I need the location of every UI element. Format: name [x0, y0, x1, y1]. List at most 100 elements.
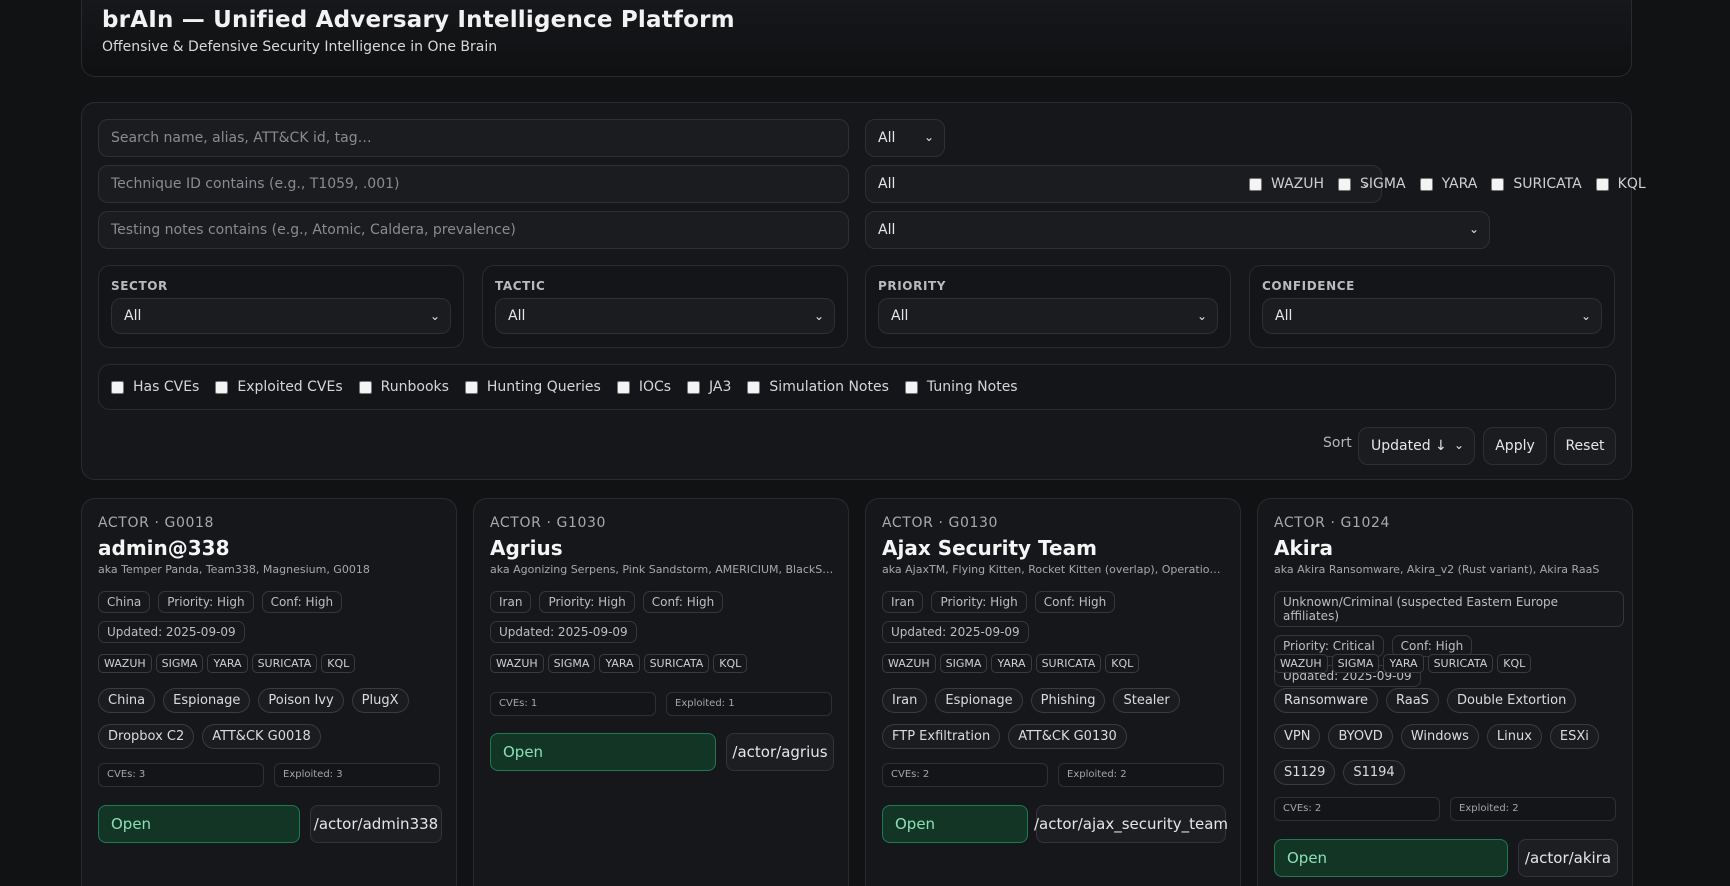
rule-tags: WAZUH SIGMA YARA SURICATA KQL [1274, 654, 1532, 673]
rule-tag-kql: KQL [713, 654, 748, 673]
flag-runbooks[interactable]: Runbooks [358, 379, 449, 395]
tag[interactable]: S1129 [1274, 760, 1336, 785]
tag[interactable]: China [98, 688, 156, 713]
checkbox-kql[interactable]: KQL [1595, 176, 1646, 192]
checkbox-sigma[interactable]: SIGMA [1338, 176, 1406, 192]
reset-button[interactable]: Reset [1554, 427, 1616, 465]
checkbox-box[interactable] [111, 380, 124, 394]
actor-name[interactable]: Agrius [490, 536, 563, 560]
tag[interactable]: Espionage [163, 688, 251, 713]
technique-input[interactable] [98, 165, 849, 203]
checkbox-box[interactable] [747, 380, 761, 394]
actor-name[interactable]: admin@338 [98, 536, 230, 560]
testing-notes-input[interactable] [98, 211, 849, 249]
priority-select[interactable]: All ⌄ [878, 298, 1218, 334]
tag[interactable]: ATT&CK G0018 [202, 724, 321, 749]
technique-select-value: All [878, 176, 896, 192]
apply-button[interactable]: Apply [1483, 427, 1547, 465]
checkbox-yara[interactable]: YARA [1419, 176, 1477, 192]
rule-tag-suricata: SURICATA [1035, 654, 1102, 673]
tag[interactable]: Double Extortion [1446, 688, 1577, 713]
checkbox-box[interactable] [687, 380, 701, 394]
tag[interactable]: RaaS [1386, 688, 1439, 713]
flag-tuning-notes[interactable]: Tuning Notes [904, 379, 1018, 395]
actor-aliases: aka Agonizing Serpens, Pink Sandstorm, A… [490, 563, 834, 576]
open-button[interactable]: Open [98, 805, 300, 843]
tag[interactable]: PlugX [351, 688, 409, 713]
updated-badge: Updated: 2025-09-09 [98, 621, 245, 643]
checkbox-wazuh[interactable]: WAZUH [1249, 176, 1324, 192]
sector-select[interactable]: All ⌄ [111, 298, 451, 334]
priority-badge: Priority: High [931, 591, 1027, 613]
actor-path-link[interactable]: /actor/agrius [726, 733, 834, 771]
flag-label: Tuning Notes [926, 379, 1018, 395]
flag-has-cves[interactable]: Has CVEs [111, 379, 199, 395]
rule-tag-wazuh: WAZUH [1274, 654, 1328, 673]
flag-filters: Has CVEs Exploited CVEs Runbooks Hunting… [98, 364, 1616, 410]
checkbox-box[interactable] [904, 380, 918, 394]
tactic-select[interactable]: All ⌄ [495, 298, 835, 334]
actor-path-link[interactable]: /actor/ajax_security_team [1034, 805, 1228, 843]
tag[interactable]: Espionage [935, 688, 1023, 713]
actor-name[interactable]: Akira [1274, 536, 1333, 560]
actor-id: ACTOR · G1024 [1274, 515, 1391, 531]
checkbox-box[interactable] [215, 380, 229, 394]
rule-tags: WAZUH SIGMA YARA SURICATA KQL [882, 654, 1140, 673]
rule-tag-suricata: SURICATA [643, 654, 710, 673]
actor-card-agrius: ACTOR · G1030 Agrius aka Agonizing Serpe… [473, 498, 849, 886]
app-header: brAIn — Unified Adversary Intelligence P… [81, 0, 1632, 77]
tactic-filter: TACTIC All ⌄ [482, 265, 848, 348]
open-button[interactable]: Open [490, 733, 716, 771]
tag[interactable]: Windows [1400, 724, 1479, 749]
flag-label: Runbooks [380, 379, 449, 395]
tag[interactable]: Linux [1486, 724, 1542, 749]
chevron-down-icon: ⌄ [1196, 309, 1207, 323]
chevron-down-icon: ⌄ [813, 309, 824, 323]
flag-exploited-cves[interactable]: Exploited CVEs [215, 379, 343, 395]
checkbox-box[interactable] [358, 380, 372, 394]
checkbox-box[interactable] [464, 380, 478, 394]
exploited-count: Exploited: 3 [274, 763, 440, 787]
tag[interactable]: FTP Exfiltration [882, 724, 1001, 749]
actor-name[interactable]: Ajax Security Team [882, 536, 1097, 560]
country-badge: China [98, 591, 151, 613]
actor-path-link[interactable]: /actor/akira [1518, 839, 1618, 877]
tag[interactable]: Iran [882, 688, 928, 713]
tag[interactable]: Phishing [1030, 688, 1106, 713]
checkbox-suricata[interactable]: SURICATA [1491, 176, 1582, 192]
tag[interactable]: Stealer [1113, 688, 1180, 713]
tag[interactable]: BYOVD [1328, 724, 1393, 749]
sector-label: SECTOR [111, 279, 168, 293]
rule-tag-yara: YARA [991, 654, 1032, 673]
tag[interactable]: Poison Ivy [258, 688, 344, 713]
tag[interactable]: Dropbox C2 [98, 724, 195, 749]
open-button[interactable]: Open [1274, 839, 1508, 877]
flag-ja3[interactable]: JA3 [687, 379, 731, 395]
checkbox-label: KQL [1617, 176, 1646, 192]
checkbox-box[interactable] [1491, 177, 1505, 191]
search-input[interactable] [98, 119, 849, 157]
checkbox-label: SURICATA [1513, 176, 1582, 192]
flag-hunting-queries[interactable]: Hunting Queries [464, 379, 601, 395]
rule-tag-kql: KQL [321, 654, 356, 673]
checkbox-box[interactable] [1338, 177, 1352, 191]
type-select[interactable]: All ⌄ [865, 119, 945, 157]
checkbox-box[interactable] [1595, 177, 1609, 191]
open-button[interactable]: Open [882, 805, 1028, 843]
checkbox-box[interactable] [1249, 177, 1262, 191]
tag[interactable]: ESXi [1549, 724, 1599, 749]
tag[interactable]: Ransomware [1274, 688, 1378, 713]
actor-path-link[interactable]: /actor/admin338 [310, 805, 442, 843]
tag[interactable]: S1194 [1343, 760, 1405, 785]
testing-select[interactable]: All ⌄ [865, 211, 1490, 249]
flag-simulation-notes[interactable]: Simulation Notes [747, 379, 889, 395]
flag-iocs[interactable]: IOCs [616, 379, 671, 395]
tag[interactable]: VPN [1274, 724, 1321, 749]
checkbox-box[interactable] [1419, 177, 1433, 191]
country-badge: Iran [882, 591, 924, 613]
checkbox-box[interactable] [616, 380, 630, 394]
confidence-select[interactable]: All ⌄ [1262, 298, 1602, 334]
tag[interactable]: ATT&CK G0130 [1008, 724, 1127, 749]
flag-label: Simulation Notes [769, 379, 889, 395]
sort-select[interactable]: Updated ↓ ⌄ [1358, 427, 1475, 465]
